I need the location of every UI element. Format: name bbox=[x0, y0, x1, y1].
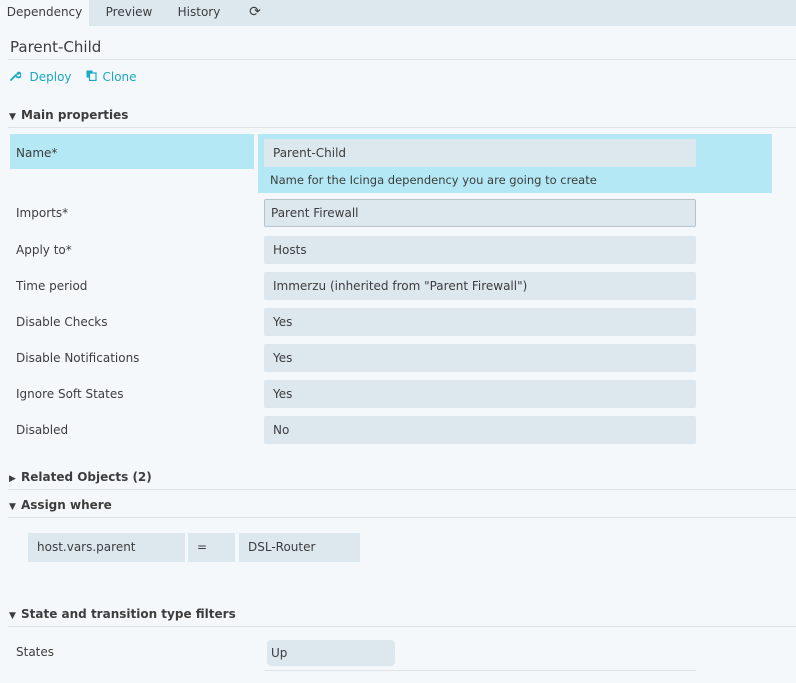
section-title: State and transition type filters bbox=[21, 607, 236, 621]
states-select[interactable]: Up bbox=[267, 640, 395, 666]
states-label: States bbox=[16, 645, 55, 659]
wrench-icon bbox=[10, 71, 25, 84]
tab-dependency[interactable]: Dependency bbox=[0, 0, 89, 26]
divider bbox=[8, 127, 796, 128]
ignore-soft-states-label: Ignore Soft States bbox=[16, 387, 124, 401]
disabled-select[interactable]: No bbox=[264, 416, 696, 444]
name-hint: Name for the Icinga dependency you are g… bbox=[270, 173, 597, 187]
clone-button[interactable]: Clone bbox=[86, 70, 137, 84]
caret-down-icon: ▼ bbox=[9, 611, 16, 621]
caret-down-icon: ▼ bbox=[9, 112, 16, 122]
refresh-icon[interactable]: ⟳ bbox=[243, 0, 267, 26]
divider bbox=[264, 670, 696, 671]
caret-down-icon: ▼ bbox=[9, 502, 16, 512]
section-main-properties[interactable]: ▼ Main properties bbox=[9, 108, 128, 122]
assign-property-input[interactable]: host.vars.parent bbox=[28, 533, 185, 562]
section-related-objects[interactable]: ▶ Related Objects (2) bbox=[9, 470, 152, 484]
apply-to-select[interactable]: Hosts bbox=[264, 236, 696, 264]
section-title: Assign where bbox=[21, 498, 112, 512]
divider bbox=[8, 517, 796, 518]
apply-to-label: Apply to* bbox=[16, 243, 72, 257]
caret-right-icon: ▶ bbox=[9, 474, 16, 484]
time-period-label: Time period bbox=[16, 279, 88, 293]
page-title: Parent-Child bbox=[10, 38, 102, 56]
divider bbox=[8, 489, 796, 490]
deploy-button[interactable]: Deploy bbox=[10, 70, 72, 84]
disable-notifications-label: Disable Notifications bbox=[16, 351, 140, 365]
assign-value-input[interactable]: DSL-Router bbox=[239, 533, 360, 562]
disabled-label: Disabled bbox=[16, 423, 69, 437]
clone-label: Clone bbox=[102, 70, 137, 84]
section-title: Related Objects (2) bbox=[21, 470, 152, 484]
tab-history[interactable]: History bbox=[169, 0, 229, 26]
name-input[interactable]: Parent-Child bbox=[264, 139, 696, 167]
imports-input[interactable]: Parent Firewall bbox=[264, 199, 696, 227]
ignore-soft-states-select[interactable]: Yes bbox=[264, 380, 696, 408]
copy-icon bbox=[86, 70, 101, 84]
name-label: Name* bbox=[16, 146, 58, 160]
tab-preview[interactable]: Preview bbox=[97, 0, 161, 26]
section-state-filters[interactable]: ▼ State and transition type filters bbox=[9, 607, 236, 621]
divider bbox=[8, 626, 796, 627]
assign-operator-select[interactable]: = bbox=[188, 533, 235, 562]
tab-bar: Dependency Preview History ⟳ bbox=[0, 0, 796, 26]
disable-checks-label: Disable Checks bbox=[16, 315, 108, 329]
imports-label: Imports* bbox=[16, 206, 69, 220]
disable-notifications-select[interactable]: Yes bbox=[264, 344, 696, 372]
section-title: Main properties bbox=[21, 108, 129, 122]
divider bbox=[8, 59, 796, 60]
time-period-select[interactable]: Immerzu (inherited from "Parent Firewall… bbox=[264, 272, 696, 300]
disable-checks-select[interactable]: Yes bbox=[264, 308, 696, 336]
section-assign-where[interactable]: ▼ Assign where bbox=[9, 498, 112, 512]
deploy-label: Deploy bbox=[29, 70, 72, 84]
